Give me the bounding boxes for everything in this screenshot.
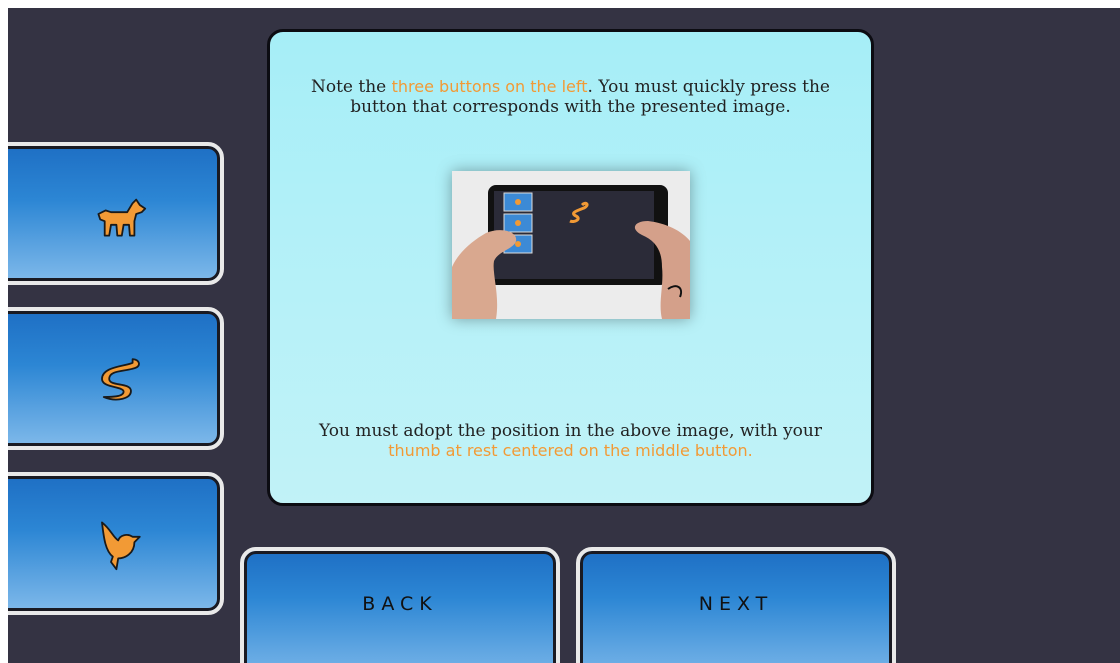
tablet-grip-illustration <box>452 171 690 319</box>
instruction-text-part: Note the <box>310 77 392 97</box>
bird-icon <box>101 521 141 570</box>
next-button-label: NEXT <box>698 593 774 615</box>
instruction-text-top: Note the three buttons on the left. You … <box>270 77 871 117</box>
instruction-highlight: three buttons on the left <box>391 77 588 96</box>
snake-choice-button[interactable] <box>8 307 224 450</box>
dog-choice-button[interactable] <box>8 142 224 285</box>
snake-icon <box>101 357 140 400</box>
app-stage: Note the three buttons on the left. You … <box>8 8 1120 663</box>
instruction-text-bottom: You must adopt the position in the above… <box>270 421 871 461</box>
next-button[interactable]: NEXT <box>576 547 896 663</box>
bird-choice-button[interactable] <box>8 472 224 615</box>
instruction-panel: Note the three buttons on the left. You … <box>267 29 874 506</box>
instruction-text-part: You must adopt the position in the above… <box>319 421 822 441</box>
dog-icon <box>97 198 147 236</box>
back-button[interactable]: BACK <box>240 547 560 663</box>
back-button-label: BACK <box>362 593 438 615</box>
instruction-highlight: thumb at rest centered on the middle but… <box>388 441 753 460</box>
